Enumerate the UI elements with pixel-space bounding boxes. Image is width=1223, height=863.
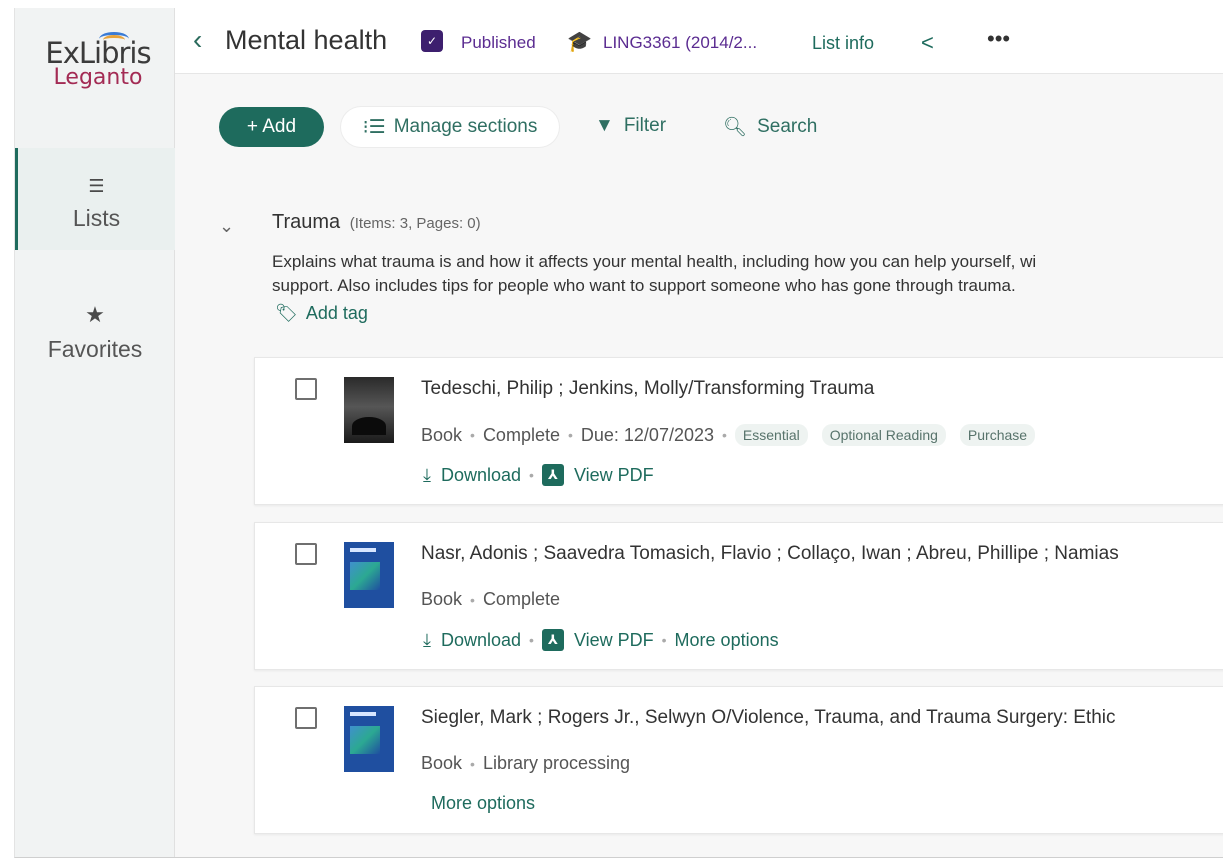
view-pdf-link[interactable]: View PDF [574, 630, 654, 651]
sidebar-item-favorites[interactable]: ★ Favorites [15, 290, 175, 380]
more-actions-icon[interactable]: ••• [987, 26, 1010, 52]
item-type: Book [421, 424, 463, 445]
item-status: Library processing [482, 753, 631, 773]
separator-dot: • [470, 591, 475, 608]
book-cover-thumbnail[interactable] [344, 706, 394, 772]
item-title[interactable]: Tedeschi, Philip ; Jenkins, Molly/Transf… [421, 378, 874, 400]
more-options-link[interactable]: More options [675, 630, 779, 651]
item-type: Book [421, 753, 463, 773]
pdf-icon: ⅄ [541, 629, 564, 651]
star-icon: ★ [85, 302, 105, 327]
section-description-line: support. Also includes tips for people w… [272, 276, 1016, 295]
sidebar-item-label: Lists [72, 205, 121, 231]
item-actions: More options [431, 793, 535, 814]
item-type: Book [421, 589, 463, 609]
separator-dot: • [470, 755, 475, 772]
separator-dot: • [567, 427, 573, 443]
download-icon: ⤓ [423, 629, 431, 650]
download-link[interactable]: Download [441, 630, 521, 651]
status-badge[interactable]: Published [461, 33, 536, 53]
list-item[interactable]: Tedeschi, Philip ; Jenkins, Molly/Transf… [254, 357, 1223, 505]
filter-button[interactable]: ▼ Filter [595, 115, 666, 137]
course-link[interactable]: LING3361 (2014/2... [603, 33, 757, 53]
exlibris-leganto-logo: ExLibris Leganto [33, 32, 163, 90]
book-cover-thumbnail[interactable] [344, 377, 394, 443]
item-meta: Book • Complete [421, 589, 560, 610]
section-name: Trauma [272, 211, 341, 233]
search-label: Search [757, 116, 818, 137]
item-tag: Optional Reading [821, 424, 946, 446]
item-meta: Book • Library processing [421, 753, 630, 774]
more-options-link[interactable]: More options [431, 793, 535, 814]
page-title: Mental health [225, 25, 388, 55]
manage-sections-button[interactable]: ⁝☰ Manage sections [341, 107, 559, 147]
item-due-date: Due: 12/07/2023 [580, 424, 715, 445]
list-item[interactable]: Siegler, Mark ; Rogers Jr., Selwyn O/Vio… [254, 686, 1223, 834]
logo-arc [103, 35, 125, 45]
separator-dot: • [529, 632, 534, 648]
search-icon: 🔍︎ [723, 117, 748, 138]
section-title: Trauma (Items: 3, Pages: 0) [272, 211, 481, 234]
download-link[interactable]: Download [441, 465, 521, 486]
add-button[interactable]: + Add [219, 107, 324, 147]
add-button-label: + Add [246, 116, 297, 137]
item-actions: ⤓ Download • ⅄ View PDF [423, 464, 654, 486]
search-button[interactable]: 🔍︎ Search [723, 115, 817, 139]
item-title[interactable]: Nasr, Adonis ; Saavedra Tomasich, Flavio… [421, 543, 1119, 565]
list-header: ‹ Mental health ✓ Published 🎓 LING3361 (… [175, 8, 1223, 74]
item-checkbox[interactable] [295, 543, 317, 565]
tag-icon: 🏷︎ [275, 303, 298, 323]
collapse-chevron-icon[interactable]: ⌄ [219, 216, 234, 237]
logo-wordmark: ExLibris [33, 32, 163, 68]
app-frame: ExLibris Leganto ☰ Lists ★ Favorites ‹ M… [14, 8, 1223, 858]
add-tag-label: Add tag [305, 303, 368, 323]
item-status: Complete [482, 424, 560, 445]
item-checkbox[interactable] [295, 378, 317, 400]
item-meta: Book • Complete • Due: 12/07/2023 • Esse… [421, 424, 1049, 446]
list-icon: ☰ [88, 176, 105, 196]
item-status: Complete [482, 589, 560, 609]
sidebar-item-label: Favorites [47, 336, 143, 362]
separator-dot: • [470, 427, 475, 443]
item-checkbox[interactable] [295, 707, 317, 729]
sidebar: ExLibris Leganto ☰ Lists ★ Favorites [15, 8, 175, 857]
filter-label: Filter [623, 115, 667, 136]
item-tag: Purchase [959, 424, 1036, 446]
section-meta: (Items: 3, Pages: 0) [349, 215, 481, 232]
filter-icon: ▼ [595, 115, 614, 136]
separator-dot: • [529, 467, 534, 483]
separator-dot: • [661, 632, 667, 648]
view-pdf-link[interactable]: View PDF [574, 465, 654, 486]
sidebar-item-lists[interactable]: ☰ Lists [15, 148, 175, 250]
download-icon: ⤓ [423, 464, 431, 485]
course-graduation-cap-icon: 🎓 [567, 31, 592, 53]
item-title[interactable]: Siegler, Mark ; Rogers Jr., Selwyn O/Vio… [421, 707, 1116, 729]
pdf-icon: ⅄ [541, 464, 564, 486]
back-chevron-icon[interactable]: ‹ [193, 24, 202, 56]
list-info-button[interactable]: List info [812, 33, 874, 54]
manage-sections-label: Manage sections [393, 116, 538, 137]
item-tag: Essential [734, 424, 808, 446]
book-cover-thumbnail[interactable] [344, 542, 394, 608]
add-tag-button[interactable]: 🏷︎ Add tag [275, 303, 368, 324]
section-description: Explains what trauma is and how it affec… [272, 250, 1223, 298]
separator-dot: • [722, 427, 727, 443]
item-actions: ⤓ Download • ⅄ View PDF • More options [423, 629, 779, 651]
share-icon[interactable]: < [921, 30, 934, 56]
list-item[interactable]: Nasr, Adonis ; Saavedra Tomasich, Flavio… [254, 522, 1223, 670]
section-description-line: Explains what trauma is and how it affec… [272, 252, 1037, 271]
manage-sections-icon: ⁝☰ [362, 116, 386, 138]
published-status-icon: ✓ [421, 30, 443, 52]
